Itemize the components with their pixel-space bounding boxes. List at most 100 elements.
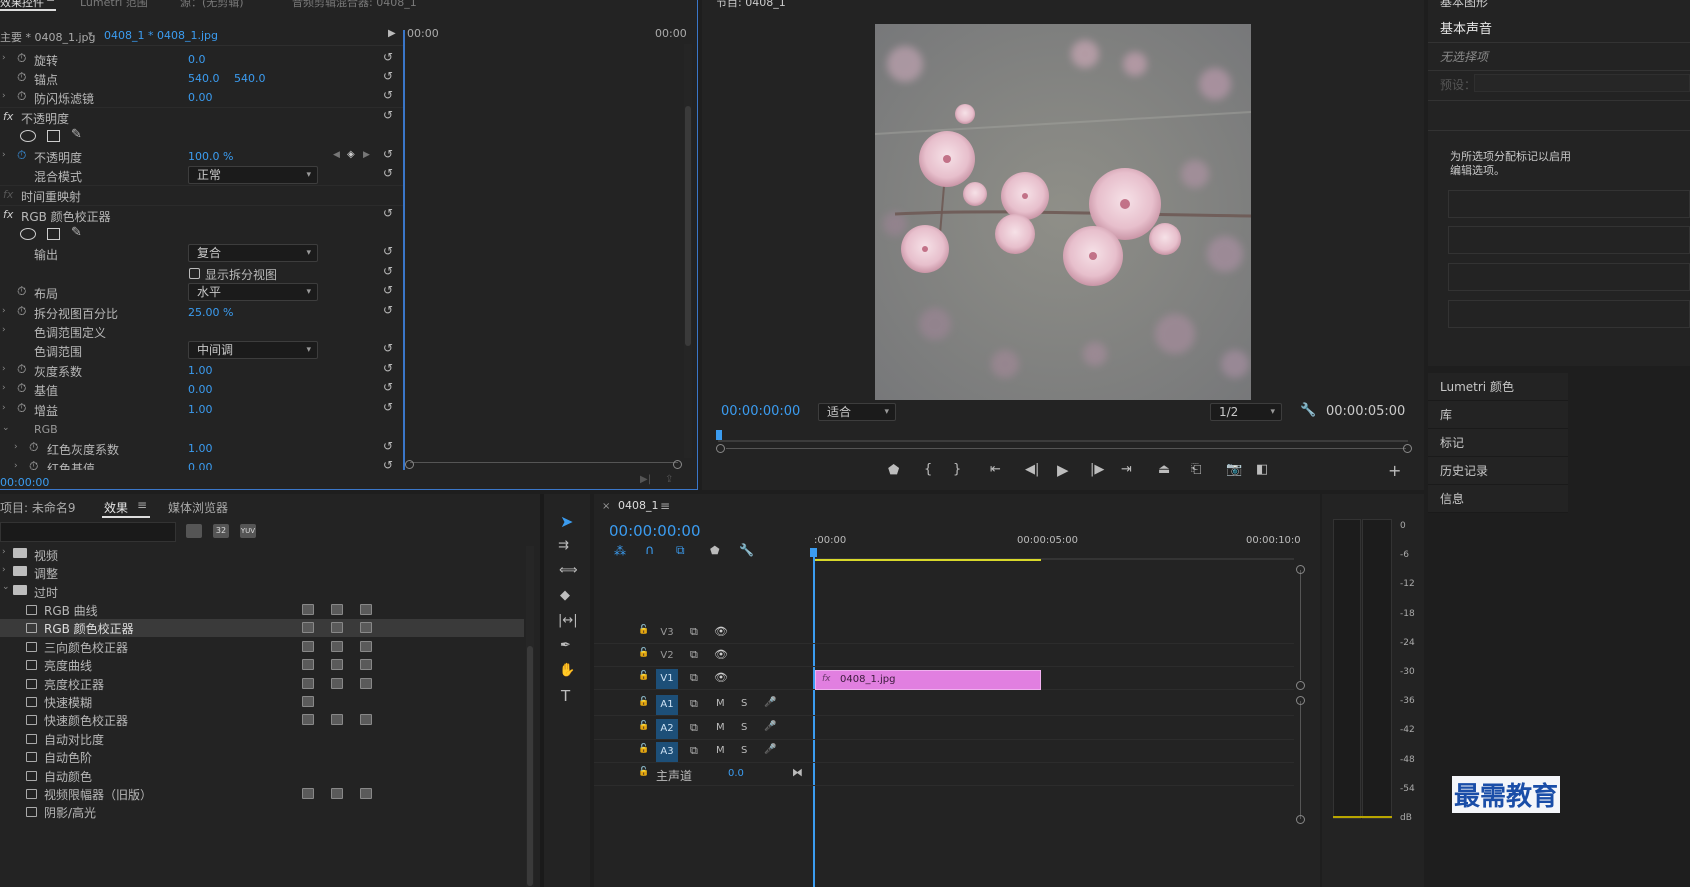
effect-list-item[interactable]: RGB 曲线 [0, 601, 524, 619]
master-clip-label[interactable]: 主要 * 0408_1.jpg [0, 29, 96, 45]
mute-button[interactable]: M [716, 722, 725, 733]
zoom-right-handle[interactable] [1403, 444, 1412, 453]
timeline-timecode[interactable]: 00:00:00:00 [609, 522, 701, 540]
effect-list-item[interactable]: 自动色阶 [0, 748, 524, 766]
voiceover-record-icon[interactable]: 🎤 [764, 744, 776, 755]
stopwatch-icon[interactable]: ⏱ [17, 89, 26, 104]
mute-button[interactable]: M [716, 698, 725, 709]
stopwatch-icon[interactable]: ⏱ [17, 381, 26, 396]
effect-list-item[interactable]: 亮度校正器 [0, 675, 524, 693]
reset-icon[interactable]: ↺ [383, 341, 393, 355]
tab-project[interactable]: 项目: 未命名9 [0, 499, 76, 516]
reset-icon[interactable]: ↺ [383, 244, 393, 258]
work-area-bar[interactable] [814, 559, 1041, 561]
play-only-clip-icon[interactable]: ▶ [388, 28, 396, 39]
stopwatch-icon[interactable]: ⏱ [17, 70, 26, 85]
yuv-filter-icon[interactable]: YUV [240, 524, 256, 538]
pen-mask-icon[interactable]: ✎ [71, 225, 82, 240]
track-lock-icon[interactable]: 🔓 [638, 625, 649, 635]
ellipse-mask-icon[interactable] [20, 130, 36, 142]
hand-tool-icon[interactable]: ✋ [559, 663, 575, 678]
stopwatch-active-icon[interactable]: ⏱ [17, 148, 26, 163]
panel-title[interactable]: 基本声音 [1440, 18, 1492, 37]
step-back-icon[interactable]: ◀| [1025, 462, 1039, 477]
stopwatch-icon[interactable]: ⏱ [29, 459, 38, 470]
settings-wrench-icon[interactable]: 🔧 [1300, 403, 1316, 418]
type-button-sfx[interactable] [1448, 263, 1690, 291]
accelerated-filter-icon[interactable] [186, 524, 202, 538]
output-dropdown[interactable]: 复合 ▾ [188, 244, 318, 262]
effect-list-item[interactable]: 三向颜色校正器 [0, 638, 524, 656]
param-value[interactable]: 0.00 [188, 383, 213, 396]
param-value[interactable]: 1.00 [188, 442, 213, 455]
add-marker-icon[interactable]: ⬟ [888, 463, 899, 478]
reset-icon[interactable]: ↺ [383, 108, 393, 122]
eye-icon[interactable]: 👁 [714, 625, 728, 638]
type-button-ambience[interactable] [1448, 300, 1690, 328]
track-lock-icon[interactable]: 🔓 [638, 744, 649, 754]
param-value[interactable]: 1.00 [188, 364, 213, 377]
effect-list-item[interactable]: 快速颜色校正器 [0, 711, 524, 729]
selection-tool-icon[interactable]: ➤ [560, 512, 573, 531]
playhead-handle[interactable] [810, 548, 817, 557]
fit-dropdown[interactable]: 适合 ▾ [818, 403, 896, 421]
effect-list-item[interactable]: 视频限幅器（旧版） [0, 785, 524, 803]
expand-chevron-icon[interactable]: › [2, 91, 6, 101]
reset-icon[interactable]: ↺ [383, 283, 393, 297]
sync-lock-icon[interactable]: ⧉ [690, 697, 698, 711]
master-volume[interactable]: 0.0 [728, 768, 744, 779]
expand-chevron-icon[interactable]: › [2, 547, 6, 557]
mark-out-icon[interactable]: } [953, 462, 961, 477]
reset-icon[interactable]: ↺ [383, 206, 393, 220]
stopwatch-icon[interactable]: ⏱ [17, 51, 26, 66]
expand-chevron-icon[interactable]: › [2, 565, 6, 575]
fx-icon[interactable]: fx [3, 110, 13, 123]
reset-icon[interactable]: ↺ [383, 264, 393, 278]
ec-zoom-left-handle[interactable] [405, 460, 414, 469]
reset-icon[interactable]: ↺ [383, 69, 393, 83]
tab-essential-graphics[interactable]: 基本图形 [1440, 0, 1488, 10]
reset-icon[interactable]: ↺ [383, 50, 393, 64]
expand-chevron-icon[interactable]: › [2, 364, 6, 374]
tab-audio-mixer[interactable]: 音频剪辑混合器: 0408_1 [292, 0, 417, 10]
rect-mask-icon[interactable] [47, 130, 60, 142]
track-target-toggle[interactable]: V3 [656, 623, 678, 643]
reset-icon[interactable]: ↺ [383, 147, 393, 161]
vscroll-handle-top[interactable] [1296, 565, 1305, 574]
video-frame[interactable] [875, 24, 1251, 400]
reset-icon[interactable]: ↺ [383, 380, 393, 394]
tab-menu-icon[interactable]: ≡ [46, 0, 55, 5]
type-button-music[interactable] [1448, 226, 1690, 254]
solo-button[interactable]: S [741, 722, 747, 733]
sequence-clip-label[interactable]: 0408_1 * 0408_1.jpg [104, 29, 218, 42]
reset-icon[interactable]: ↺ [383, 400, 393, 414]
param-value[interactable]: 0.00 [188, 461, 213, 470]
eye-icon[interactable]: 👁 [714, 671, 728, 684]
effect-list-item[interactable]: 自动颜色 [0, 767, 524, 785]
comparison-view-icon[interactable]: ◧ [1256, 462, 1268, 477]
type-button-dialogue[interactable] [1448, 190, 1690, 218]
sync-lock-icon[interactable]: ⧉ [690, 744, 698, 758]
param-value[interactable]: 0.0 [188, 53, 206, 66]
pen-tool-icon[interactable]: ✒ [560, 638, 571, 653]
track-lock-icon[interactable]: 🔓 [638, 697, 649, 707]
ellipse-mask-icon[interactable] [20, 228, 36, 240]
panel-tab-libraries[interactable]: 库 [1428, 401, 1568, 429]
close-sequence-icon[interactable]: × [602, 501, 610, 512]
param-value[interactable]: 1.00 [188, 403, 213, 416]
filter-icon[interactable]: ▶| [640, 474, 651, 485]
extract-icon[interactable]: ⎗ [1191, 462, 1201, 477]
track-target-toggle[interactable]: A3 [656, 742, 678, 762]
zoom-bar[interactable] [726, 448, 1406, 449]
linked-selection-icon[interactable]: ∩ [645, 543, 655, 558]
video-clip[interactable]: fx 0408_1.jpg [815, 670, 1041, 690]
panel-tab-info[interactable]: 信息 [1428, 485, 1568, 513]
tab-source[interactable]: 源：(无剪辑) [180, 0, 244, 10]
sync-lock-icon[interactable]: ⧉ [690, 671, 698, 685]
stopwatch-icon[interactable]: ⏱ [17, 401, 26, 416]
ec-zoom-right-handle[interactable] [673, 460, 682, 469]
pen-mask-icon[interactable]: ✎ [71, 127, 82, 142]
stopwatch-icon[interactable]: ⏱ [17, 362, 26, 377]
track-lock-icon[interactable]: 🔓 [638, 721, 649, 731]
solo-button[interactable]: S [741, 745, 747, 756]
